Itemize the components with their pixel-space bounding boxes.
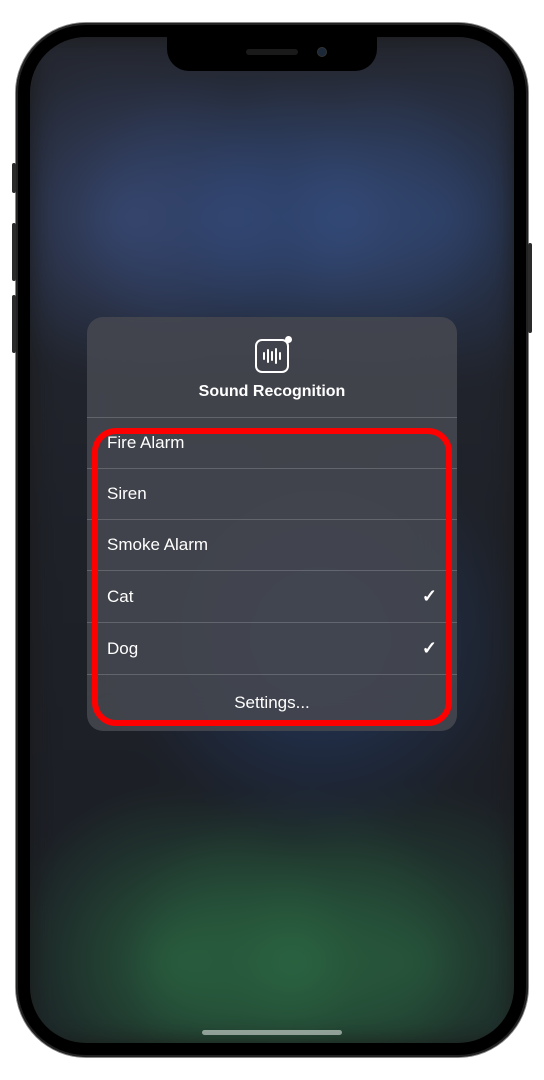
option-fire-alarm[interactable]: Fire Alarm [87,417,457,468]
option-label: Dog [107,639,138,659]
settings-label: Settings... [234,693,310,712]
option-dog[interactable]: Dog ✓ [87,622,457,675]
phone-frame: Sound Recognition Fire Alarm Siren Smoke… [16,23,528,1057]
sound-recognition-popup: Sound Recognition Fire Alarm Siren Smoke… [87,317,457,731]
option-label: Smoke Alarm [107,535,208,555]
front-camera [317,47,327,57]
mute-switch[interactable] [12,163,16,193]
volume-up-button[interactable] [12,223,16,281]
option-smoke-alarm[interactable]: Smoke Alarm [87,519,457,570]
option-label: Cat [107,587,133,607]
sound-recognition-icon [255,339,289,373]
phone-screen: Sound Recognition Fire Alarm Siren Smoke… [30,37,514,1043]
speaker [246,49,298,55]
popup-title: Sound Recognition [199,383,346,401]
option-cat[interactable]: Cat ✓ [87,570,457,622]
active-indicator-dot [285,336,292,343]
power-button[interactable] [528,243,532,333]
option-label: Siren [107,484,147,504]
option-label: Fire Alarm [107,433,184,453]
home-indicator[interactable] [202,1030,342,1035]
notch [167,37,377,71]
option-siren[interactable]: Siren [87,468,457,519]
checkmark-icon: ✓ [422,638,437,659]
popup-header: Sound Recognition [87,317,457,417]
volume-down-button[interactable] [12,295,16,353]
checkmark-icon: ✓ [422,586,437,607]
settings-button[interactable]: Settings... [87,675,457,731]
sound-options-list: Fire Alarm Siren Smoke Alarm Cat ✓ Dog ✓ [87,417,457,675]
